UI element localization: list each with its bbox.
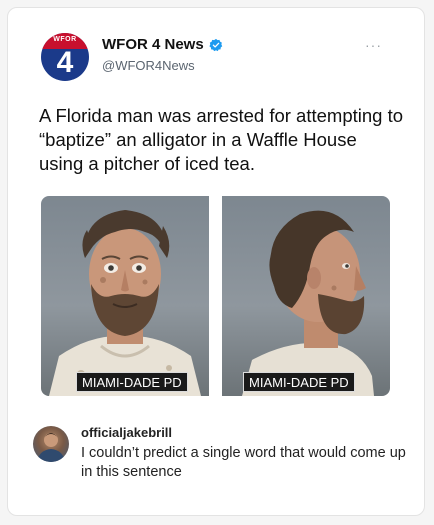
more-options-icon[interactable]: ··· [365,38,382,52]
mugshot-front-illustration [49,210,201,396]
reply-avatar[interactable] [33,426,69,462]
reply-text: I couldn’t predict a single word that wo… [81,445,406,480]
photo-label-left: MIAMI-DADE PD [76,372,188,392]
verified-badge-icon [209,38,222,51]
account-display-name[interactable]: WFOR 4 News [102,36,204,53]
avatar-brand-text: WFOR [53,36,77,43]
avatar-channel-number: 4 [56,46,74,79]
tweet-text: A Florida man was arrested for attemptin… [39,105,404,174]
mugshot-profile-photo[interactable] [222,196,390,396]
reply-username[interactable]: officialjakebrill [81,425,172,440]
mugshot-front-photo[interactable] [41,196,209,396]
account-name-row: WFOR 4 News [102,36,223,53]
account-avatar[interactable]: WFOR 4 [41,33,89,81]
account-handle[interactable]: @WFOR4News [102,58,195,73]
photo-label-right: MIAMI-DADE PD [243,372,355,392]
reply-avatar-illustration [37,433,65,462]
mugshot-profile-illustration [242,210,374,396]
